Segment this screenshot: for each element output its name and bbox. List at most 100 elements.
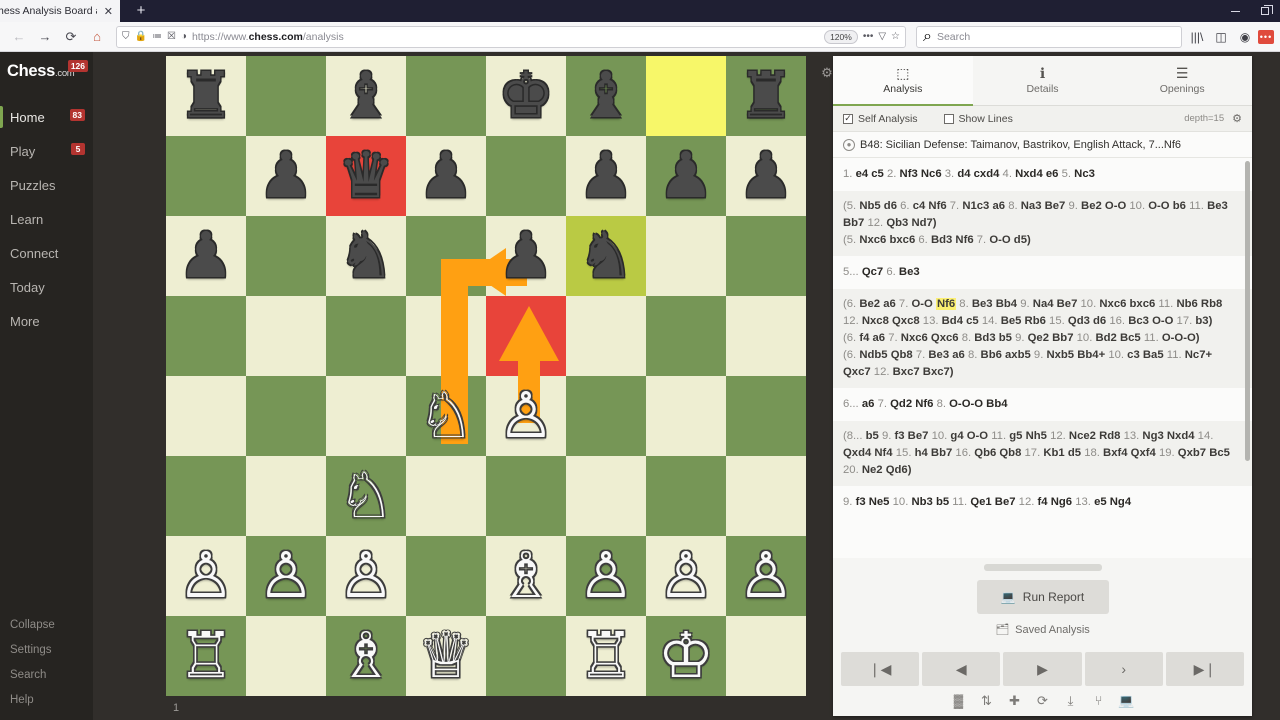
self-analysis-option[interactable]: ✓ Self Analysis xyxy=(843,113,918,125)
square-d3[interactable] xyxy=(406,456,486,536)
square-e4[interactable] xyxy=(486,376,566,456)
move-san[interactable]: f3 Ne5 xyxy=(856,496,890,508)
move-san[interactable]: O-O d5) xyxy=(989,234,1030,246)
move-san[interactable]: Nxc6 bxc6 xyxy=(1099,298,1155,310)
first-move-button[interactable]: ❘◀ xyxy=(841,652,920,686)
square-a7[interactable] xyxy=(166,136,246,216)
square-e3[interactable] xyxy=(486,456,566,536)
square-h5[interactable] xyxy=(726,296,806,376)
square-g3[interactable] xyxy=(646,456,726,536)
forward-button[interactable]: → xyxy=(32,25,58,49)
sidebar-item-home[interactable]: Home 83 xyxy=(0,100,93,134)
move-san[interactable]: Nb6 Rb8 xyxy=(1176,298,1222,310)
highlighted-move[interactable]: Nf6 xyxy=(935,298,957,310)
move-san[interactable]: Nxc8 Qxc8 xyxy=(862,315,920,327)
square-c4[interactable] xyxy=(326,376,406,456)
tracker-protection-icon[interactable]: ☒ xyxy=(167,31,176,42)
move-san[interactable]: Bb6 axb5 xyxy=(981,349,1031,361)
move-san[interactable]: f3 Be7 xyxy=(895,430,929,442)
account-icon[interactable]: ◉ xyxy=(1234,26,1256,48)
square-g8[interactable] xyxy=(646,56,726,136)
sidebar-item-learn[interactable]: Learn xyxy=(0,202,93,236)
address-bar[interactable]: ⛉ 🔒 ≔ ☒ ◑ https://www.chess.com/analysis… xyxy=(116,25,906,48)
move-san[interactable]: f4 a6 xyxy=(859,332,885,344)
square-g2[interactable] xyxy=(646,536,726,616)
square-e5[interactable] xyxy=(486,296,566,376)
sidebar-bottom-help[interactable]: Help xyxy=(0,687,93,712)
square-b6[interactable] xyxy=(246,216,326,296)
move-san[interactable]: Be3 xyxy=(899,266,920,278)
square-c1[interactable] xyxy=(326,616,406,696)
saved-analysis-link[interactable]: 🗂 Saved Analysis xyxy=(995,623,1090,637)
move-list[interactable]: 1. e4 c5 2. Nf3 Nc6 3. d4 cxd4 4. Nxd4 e… xyxy=(833,158,1252,558)
move-san[interactable]: O-O-O Bb4 xyxy=(949,398,1007,410)
square-b7[interactable] xyxy=(246,136,326,216)
square-h4[interactable] xyxy=(726,376,806,456)
sidebar-item-today[interactable]: Today xyxy=(0,270,93,304)
reload-button[interactable]: ⟳ xyxy=(58,25,84,49)
tab-openings[interactable]: ☰ Openings xyxy=(1112,56,1253,106)
move-san[interactable]: Nb5 d6 xyxy=(859,200,897,212)
notification-badge[interactable]: 126 xyxy=(67,60,88,72)
move-san[interactable]: Kb1 d5 xyxy=(1043,447,1081,459)
square-f2[interactable] xyxy=(566,536,646,616)
move-san[interactable]: g5 Nh5 xyxy=(1009,430,1047,442)
move-san[interactable]: Ndb5 Qb8 xyxy=(859,349,912,361)
move-san[interactable]: g4 O-O xyxy=(950,430,988,442)
chess-board[interactable]: ♜ ♝ ♚ ♝ ♜ ♟ ♛ ♟ ♟ ♟ ♟ ♟ ♞ ♟ ♞ ♘ ♙ ♘ ♙ ♙ ♙ ♗ ♙ ♙ ♙ ♖ ♗ ♕ ♖ ♔ xyxy=(166,56,806,696)
square-c7[interactable] xyxy=(326,136,406,216)
square-c5[interactable] xyxy=(326,296,406,376)
chesscom-logo[interactable]: Chess.com 126 xyxy=(0,52,93,90)
next-move-button[interactable]: › xyxy=(1084,652,1163,686)
pocket-icon[interactable]: ▽ xyxy=(878,31,886,42)
move-san[interactable]: a6 xyxy=(862,398,875,410)
square-b5[interactable] xyxy=(246,296,326,376)
square-g4[interactable] xyxy=(646,376,726,456)
move-san[interactable]: Qd3 d6 xyxy=(1068,315,1106,327)
square-g5[interactable] xyxy=(646,296,726,376)
add-move-icon[interactable]: ✚ xyxy=(1007,693,1022,708)
move-san[interactable]: Bxf4 Qxf4 xyxy=(1103,447,1156,459)
move-san[interactable]: Ne2 Qd6) xyxy=(862,464,912,476)
sidebar-item-play[interactable]: Play 5 xyxy=(0,134,93,168)
move-san[interactable]: Be2 O-O xyxy=(1081,200,1126,212)
page-actions-icon[interactable]: ••• xyxy=(863,31,874,42)
tab-close-icon[interactable]: ✕ xyxy=(101,5,116,18)
move-san[interactable]: Na3 Be7 xyxy=(1021,200,1066,212)
run-report-button[interactable]: 💻 Run Report xyxy=(976,580,1109,614)
square-a3[interactable] xyxy=(166,456,246,536)
sidebar-item-connect[interactable]: Connect xyxy=(0,236,93,270)
search-input-placeholder[interactable]: Search xyxy=(937,31,970,43)
square-h2[interactable] xyxy=(726,536,806,616)
show-lines-checkbox[interactable] xyxy=(943,113,954,124)
extension-icon[interactable]: ••• xyxy=(1258,29,1274,44)
square-a1[interactable] xyxy=(166,616,246,696)
square-e1[interactable] xyxy=(486,616,566,696)
move-san[interactable]: b3) xyxy=(1195,315,1212,327)
move-san[interactable]: Nf3 Nc6 xyxy=(900,168,942,180)
tab-analysis[interactable]: ⬚ Analysis xyxy=(833,56,973,106)
move-san[interactable]: c3 Ba5 xyxy=(1127,349,1163,361)
square-g7[interactable] xyxy=(646,136,726,216)
move-san[interactable]: Qe2 Bb7 xyxy=(1028,332,1074,344)
square-b2[interactable] xyxy=(246,536,326,616)
move-san[interactable]: Qxb7 Bc5 xyxy=(1178,447,1230,459)
square-b8[interactable] xyxy=(246,56,326,136)
back-button[interactable]: ← xyxy=(6,25,32,49)
move-san[interactable]: Nxc6 Qxc6 xyxy=(901,332,959,344)
self-analysis-checkbox[interactable]: ✓ xyxy=(843,113,853,124)
move-san[interactable]: Bd2 Bc5 xyxy=(1095,332,1140,344)
square-a2[interactable] xyxy=(166,536,246,616)
show-lines-option[interactable]: Show Lines xyxy=(943,113,1013,125)
move-san[interactable]: Qc7 xyxy=(862,266,883,278)
square-h1[interactable] xyxy=(726,616,806,696)
move-san[interactable]: O-O b6 xyxy=(1148,200,1186,212)
move-san[interactable]: Ng3 Nxd4 xyxy=(1142,430,1194,442)
vs-computer-icon[interactable]: 💻 xyxy=(1118,693,1134,708)
square-d1[interactable] xyxy=(406,616,486,696)
download-icon[interactable]: ⤓ xyxy=(1063,693,1078,708)
move-san[interactable]: Nxd4 e6 xyxy=(1015,168,1058,180)
zoom-level-badge[interactable]: 120% xyxy=(824,29,858,44)
share-icon[interactable]: ⑂ xyxy=(1091,693,1106,708)
move-san[interactable]: Qd2 Nf6 xyxy=(890,398,933,410)
